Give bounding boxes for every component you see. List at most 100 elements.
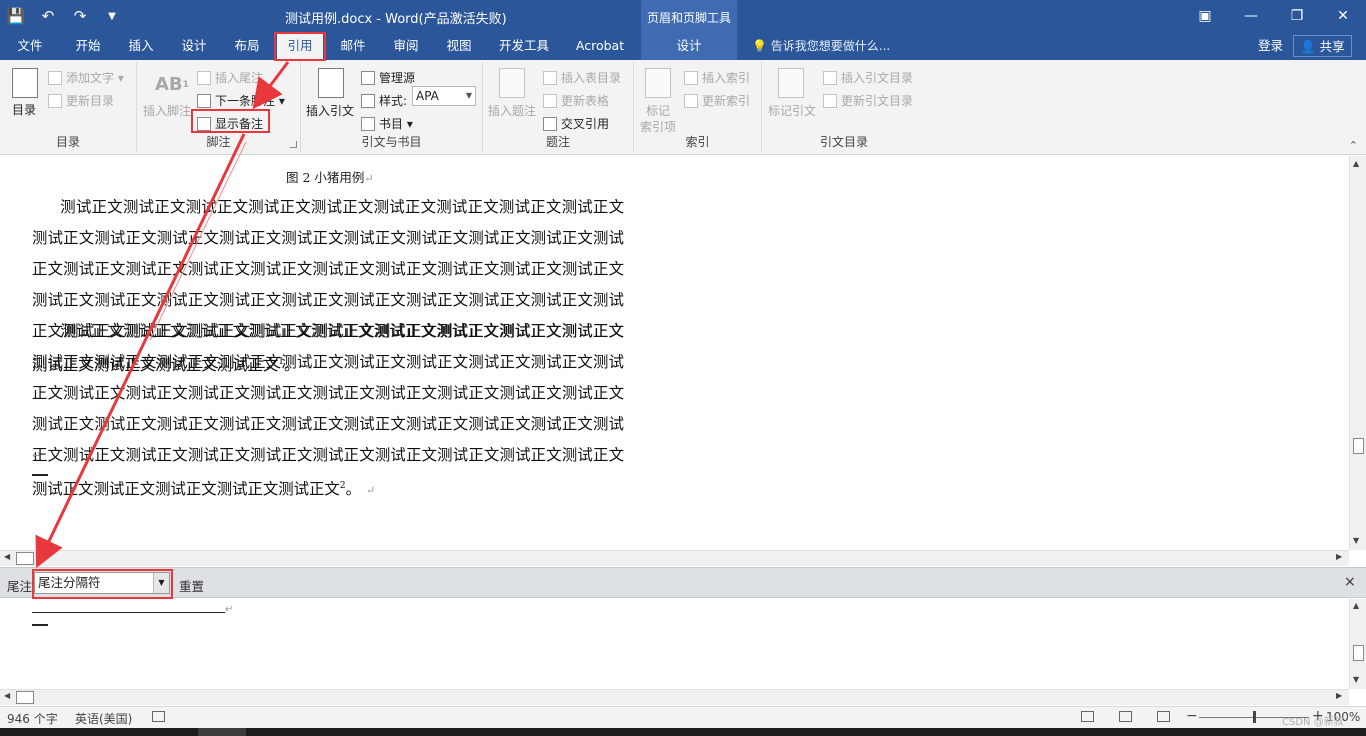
style-icon [361, 93, 375, 108]
insert-toa-button[interactable]: 插入引文目录 [823, 69, 913, 86]
update-toa-label: 更新引文目录 [841, 94, 914, 108]
citation-style-select[interactable]: APA ▼ [412, 86, 476, 106]
group-toa: 标记引文 插入引文目录 更新引文目录 引文目录 [762, 62, 926, 152]
paragraph-2-text: 测试正文测试正文测试正文测试正文测试正文测试正文测试正文测试正文测试正文测试正文… [32, 322, 624, 499]
zoom-out-icon[interactable]: − [1186, 708, 1198, 724]
restore-icon[interactable]: ❐ [1274, 0, 1320, 32]
macro-record-icon[interactable] [152, 711, 165, 722]
endnote-separator-line [32, 612, 225, 613]
scroll-right-icon[interactable]: ▶ [1336, 552, 1342, 561]
read-mode-icon[interactable] [1081, 711, 1094, 722]
language-indicator[interactable]: 英语(美国) [75, 710, 132, 727]
sign-in-link[interactable]: 登录 [1258, 32, 1283, 60]
body-paragraph-2[interactable]: 测试正文测试正文测试正文测试正文测试正文测试正文测试正文测试正文测试正文测试正文… [32, 316, 624, 506]
tab-home[interactable]: 开始 [64, 32, 112, 60]
insert-footnote-button[interactable]: 插入脚注 [143, 102, 191, 119]
cross-reference-button[interactable]: 交叉引用 [543, 115, 609, 132]
window-controls: ▣ — ❐ ✕ [1182, 0, 1366, 32]
update-toa-button[interactable]: 更新引文目录 [823, 92, 913, 109]
scroll-down-icon[interactable]: ▼ [1353, 536, 1359, 545]
notes-pane-toolbar: 尾注 尾注分隔符 ▼ 重置 × [0, 567, 1366, 598]
endnote-separator-area[interactable]: ↵ [0, 599, 1349, 689]
tab-acrobat[interactable]: Acrobat [568, 32, 632, 60]
tab-header-footer-design[interactable]: 设计 [641, 32, 737, 60]
update-toc-button[interactable]: 更新目录 [48, 92, 114, 109]
ribbon-display-options-icon[interactable]: ▣ [1182, 0, 1228, 32]
insert-endnote-label: 插入尾注 [215, 71, 264, 85]
tab-insert[interactable]: 插入 [118, 32, 164, 60]
toc-icon [12, 68, 38, 98]
scroll-thumb[interactable] [1353, 438, 1364, 454]
toc-button[interactable]: 目录 [12, 101, 36, 118]
scroll-thumb[interactable] [16, 552, 34, 565]
insert-caption-icon [499, 68, 525, 98]
chevron-down-icon: ▼ [465, 91, 472, 100]
notes-horizontal-scrollbar[interactable]: ◀ ▶ [0, 689, 1349, 705]
ribbon-tabs: 文件 开始 插入 设计 布局 引用 邮件 审阅 视图 开发工具 Acrobat … [0, 32, 1366, 60]
manage-sources-button[interactable]: 管理源 [361, 69, 415, 86]
scroll-down-icon[interactable]: ▼ [1353, 675, 1359, 684]
next-footnote-button[interactable]: 下一条脚注 ▾ [197, 92, 285, 109]
insert-index-button[interactable]: 插入索引 [684, 69, 750, 86]
mark-citation-button[interactable]: 标记引文 [768, 102, 816, 119]
document-vertical-scrollbar[interactable]: ▲ ▼ [1349, 156, 1366, 550]
tab-developer[interactable]: 开发工具 [492, 32, 556, 60]
tab-design[interactable]: 设计 [171, 32, 217, 60]
notes-vertical-scrollbar[interactable]: ▲ ▼ [1349, 599, 1366, 689]
add-text-label: 添加文字 [66, 71, 115, 85]
zoom-slider-thumb[interactable] [1253, 711, 1256, 723]
tab-layout[interactable]: 布局 [224, 32, 270, 60]
insert-caption-button[interactable]: 插入题注 [488, 102, 536, 119]
insert-citation-button[interactable]: 插入引文 [306, 102, 354, 119]
customize-qat-icon[interactable]: ▼ [96, 0, 128, 32]
minimize-icon[interactable]: — [1228, 0, 1274, 32]
insert-endnote-button[interactable]: 插入尾注 [197, 69, 263, 86]
word-count[interactable]: 946 个字 [7, 710, 58, 727]
reset-button[interactable]: 重置 [179, 576, 204, 595]
tell-me-search[interactable]: 💡 告诉我您想要做什么... [752, 32, 890, 60]
document-page[interactable]: 图 2 小猪用例↵ 测试正文测试正文测试正文测试正文测试正文测试正文测试正文测试… [0, 156, 1349, 550]
update-index-button[interactable]: 更新索引 [684, 92, 750, 109]
tab-mailings[interactable]: 邮件 [330, 32, 376, 60]
update-toc-icon [48, 93, 62, 108]
add-text-button[interactable]: 添加文字 ▾ [48, 69, 124, 86]
scroll-up-icon[interactable]: ▲ [1353, 159, 1359, 168]
scroll-left-icon[interactable]: ◀ [4, 691, 10, 700]
close-notes-pane-icon[interactable]: × [1344, 574, 1356, 590]
group-citations: 插入引文 管理源 样式: 书目 ▾ 引文与书目 [301, 62, 483, 152]
insert-tof-button[interactable]: 插入表目录 [543, 69, 621, 86]
scroll-thumb[interactable] [16, 691, 34, 704]
web-layout-icon[interactable] [1157, 711, 1170, 722]
redo-icon[interactable]: ↷ [64, 0, 96, 32]
next-footnote-label: 下一条脚注 [215, 94, 276, 108]
tab-view[interactable]: 视图 [436, 32, 482, 60]
scroll-right-icon[interactable]: ▶ [1336, 691, 1342, 700]
group-index: 标记 索引项 插入索引 更新索引 索引 [634, 62, 762, 152]
document-horizontal-scrollbar[interactable]: ◀ ▶ [0, 550, 1349, 566]
text-cursor-line [32, 624, 48, 626]
manage-sources-label: 管理源 [379, 71, 416, 85]
close-icon[interactable]: ✕ [1320, 0, 1366, 32]
update-toa-icon [823, 93, 837, 108]
watermark: CSDN @新叔 [1282, 717, 1344, 728]
update-table-button[interactable]: 更新表格 [543, 92, 609, 109]
scroll-left-icon[interactable]: ◀ [4, 552, 10, 561]
mark-entry-label-1[interactable]: 标记 [646, 102, 670, 119]
insert-endnote-icon [197, 70, 211, 85]
group-footnotes: AB 1 插入脚注 插入尾注 下一条脚注 ▾ 显示备注 脚注 [137, 62, 301, 152]
group-label-citations: 引文与书目 [361, 135, 422, 149]
print-layout-icon[interactable] [1119, 711, 1132, 722]
insert-citation-icon [318, 68, 344, 98]
collapse-ribbon-icon[interactable]: ⌃ [1349, 139, 1358, 152]
scroll-up-icon[interactable]: ▲ [1353, 601, 1359, 610]
undo-icon[interactable]: ↶ [32, 0, 64, 32]
taskbar-strip [0, 728, 1366, 736]
scroll-thumb[interactable] [1353, 645, 1364, 661]
taskbar-item [198, 728, 246, 736]
bibliography-button[interactable]: 书目 ▾ [361, 115, 413, 132]
save-icon[interactable]: 💾 [0, 0, 32, 32]
update-toc-label: 更新目录 [66, 94, 115, 108]
share-button[interactable]: 👤 共享 [1293, 35, 1352, 57]
tab-review[interactable]: 审阅 [383, 32, 429, 60]
tab-file[interactable]: 文件 [8, 32, 52, 60]
